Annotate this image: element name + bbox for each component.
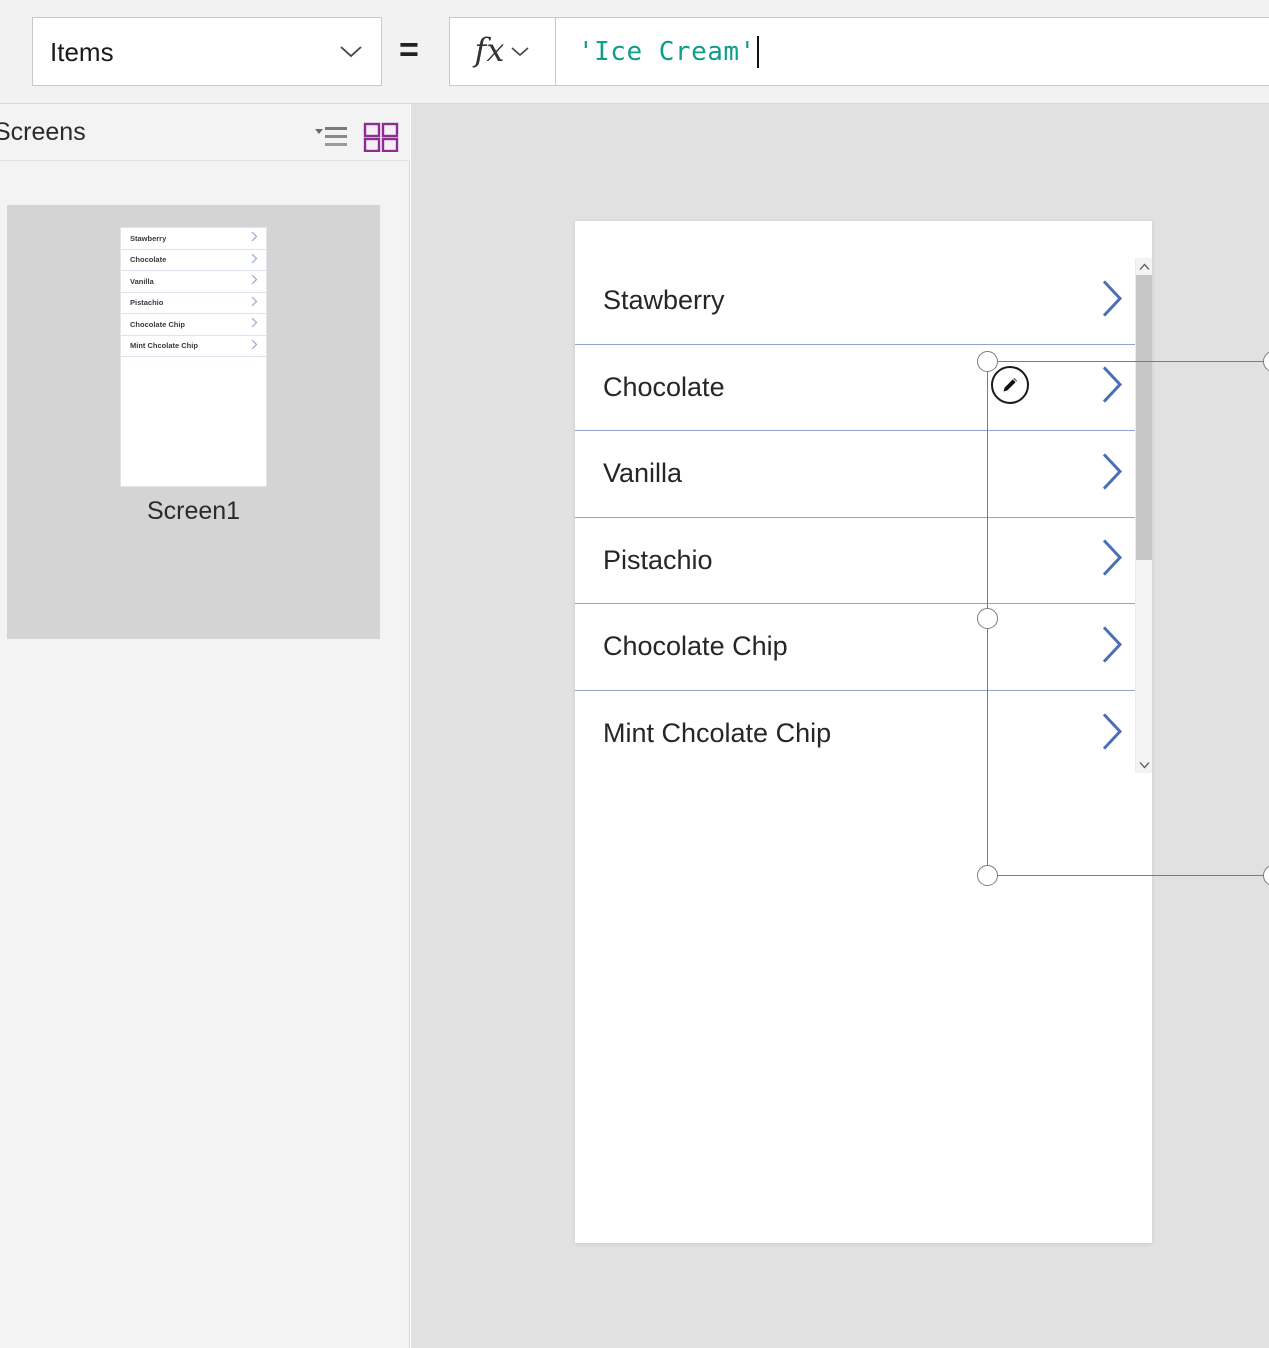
gallery-row[interactable]: Pistachio: [575, 517, 1152, 604]
pencil-edit-icon[interactable]: [991, 366, 1029, 404]
chevron-right-icon: [251, 251, 258, 269]
thumbnail-row: Mint Chcolate Chip: [121, 336, 266, 357]
thumbnail-row: Pistachio: [121, 293, 266, 314]
resize-handle-middle-left[interactable]: [977, 607, 998, 629]
gallery-row[interactable]: Vanilla: [575, 431, 1152, 518]
thumbnail-row: Vanilla: [121, 271, 266, 293]
thumbnail-row: Stawberry: [121, 228, 266, 250]
design-canvas[interactable]: Stawberry Chocolate Vanilla Pistachio Chocol…: [411, 104, 1269, 1348]
thumbnail-row-label: Vanilla: [130, 276, 154, 286]
gallery-row[interactable]: Mint Chcolate Chip: [575, 690, 1152, 773]
property-dropdown[interactable]: Items: [32, 17, 382, 86]
gallery-row-label: Vanilla: [603, 458, 683, 489]
scrollbar-thumb[interactable]: [1136, 275, 1152, 560]
thumbnail-row: Chocolate: [121, 250, 266, 271]
gallery-row-label: Chocolate Chip: [603, 631, 788, 662]
formula-value: 'Ice Cream': [578, 36, 756, 67]
fx-function-button[interactable]: fx: [450, 18, 556, 85]
chevron-right-icon[interactable]: [1102, 452, 1124, 495]
thumbnail-row-label: Pistachio: [130, 298, 164, 308]
chevron-right-icon: [251, 229, 258, 247]
screen-card-screen1[interactable]: Stawberry Chocolate Vanilla Pistachio Chocol…: [7, 205, 380, 639]
screen-card-label: Screen1: [146, 497, 241, 525]
resize-handle-bottom-center[interactable]: [1262, 865, 1269, 886]
thumbnail-row: Chocolate Chip: [121, 314, 266, 336]
formula-input[interactable]: 'Ice Cream': [556, 18, 1269, 85]
gallery-row[interactable]: Chocolate Chip: [575, 604, 1152, 691]
grid-thumbnails-icon[interactable]: [363, 122, 399, 153]
chevron-right-icon[interactable]: [1102, 539, 1124, 582]
gallery-control[interactable]: Stawberry Chocolate Vanilla Pistachio Chocol…: [575, 258, 1152, 773]
gallery-scrollbar[interactable]: [1135, 258, 1152, 773]
chevron-down-icon: [510, 46, 530, 58]
text-caret: [756, 35, 759, 68]
chevron-down-icon: [339, 45, 363, 59]
screens-panel-title: Screens: [0, 118, 86, 146]
chevron-right-icon[interactable]: [1102, 625, 1124, 668]
chevron-right-icon[interactable]: [1102, 279, 1124, 322]
chevron-right-icon[interactable]: [1102, 712, 1124, 755]
fx-icon: fx: [474, 30, 505, 69]
chevron-right-icon: [251, 272, 258, 290]
chevron-right-icon: [251, 315, 258, 333]
gallery-row-label: Mint Chcolate Chip: [603, 718, 832, 749]
formula-bar: Items = fx 'Ice Cream': [0, 0, 1269, 104]
gallery-row-label: Pistachio: [603, 544, 713, 575]
chevron-down-icon[interactable]: [1136, 756, 1152, 773]
gallery-row-label: Chocolate: [603, 371, 725, 402]
screen-thumbnail-preview: Stawberry Chocolate Vanilla Pistachio Chocol…: [121, 228, 266, 486]
chevron-right-icon[interactable]: [1102, 366, 1124, 409]
gallery-row[interactable]: Stawberry: [575, 258, 1152, 345]
thumbnail-row-label: Stawberry: [130, 233, 167, 243]
screens-panel: Screens Stawberry Chocolate Vanilla Pistach…: [0, 104, 410, 1348]
resize-handle-top-center[interactable]: [1262, 351, 1269, 372]
chevron-right-icon: [251, 294, 258, 312]
thumbnail-row-label: Chocolate: [130, 255, 167, 265]
tree-list-icon[interactable]: [313, 122, 351, 152]
resize-handle-top-left[interactable]: [977, 351, 998, 372]
property-dropdown-label: Items: [50, 36, 114, 67]
equals-sign: =: [399, 31, 419, 69]
chevron-up-icon[interactable]: [1136, 258, 1152, 275]
gallery-row[interactable]: Chocolate: [575, 344, 1152, 431]
formula-input-container: fx 'Ice Cream': [449, 17, 1269, 86]
resize-handle-bottom-left[interactable]: [977, 865, 998, 886]
gallery-row-label: Stawberry: [603, 285, 725, 316]
chevron-right-icon: [251, 337, 258, 355]
thumbnail-row-label: Mint Chcolate Chip: [130, 341, 198, 351]
thumbnail-row-label: Chocolate Chip: [130, 319, 186, 329]
screens-panel-header: Screens: [0, 104, 410, 161]
